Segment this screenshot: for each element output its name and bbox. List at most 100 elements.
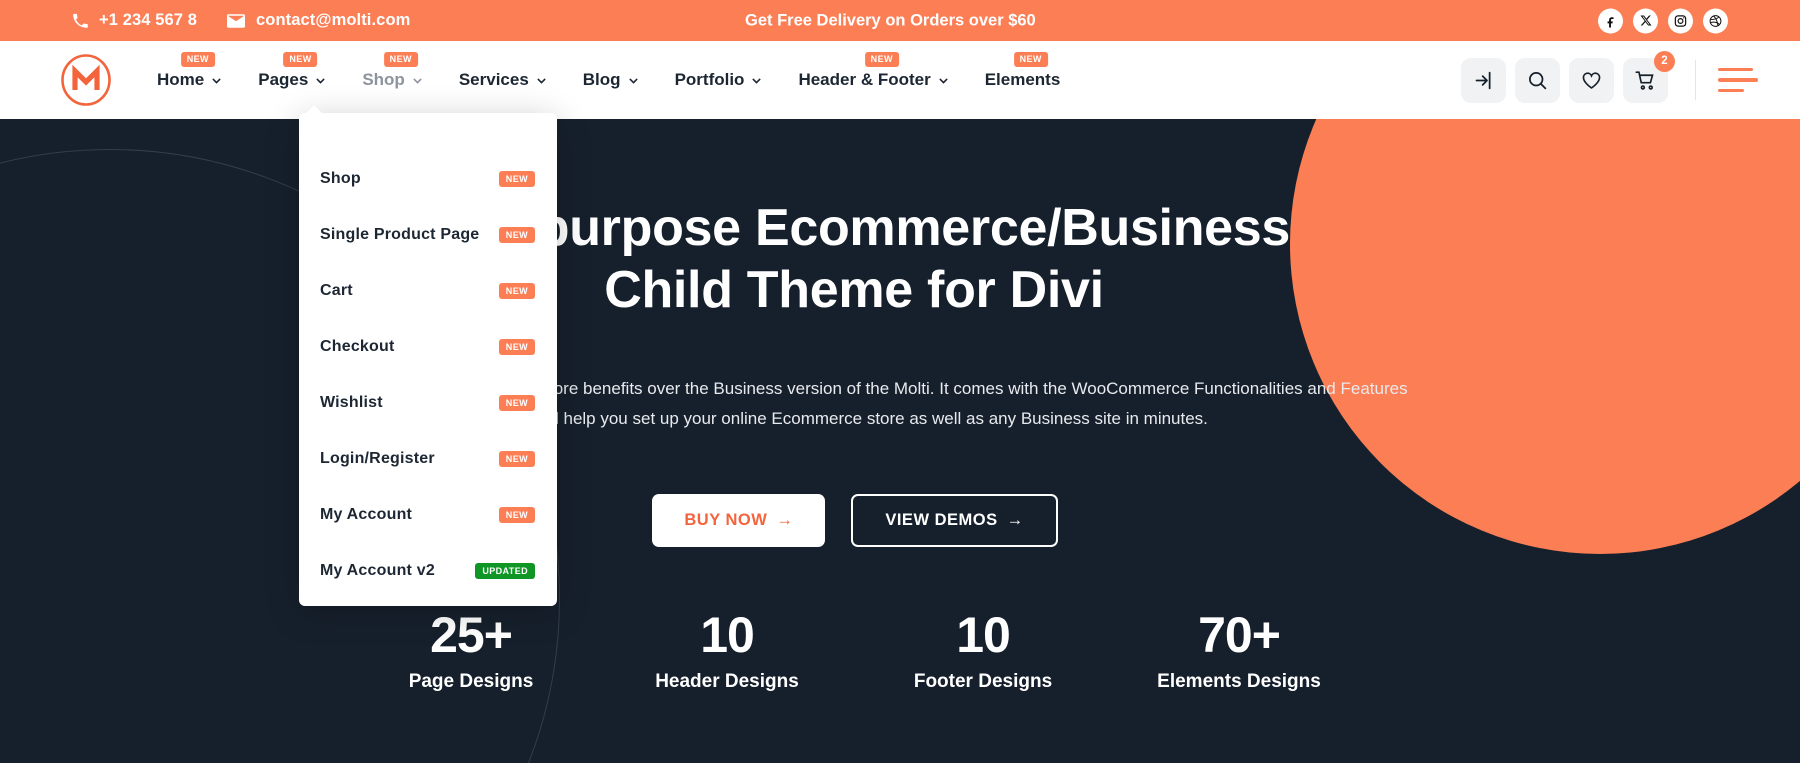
x-twitter-icon[interactable] [1633, 8, 1658, 33]
email-link[interactable]: contact@molti.com [227, 11, 410, 30]
dropdown-badge-new: NEW [498, 450, 535, 468]
stat-label: Footer Designs [913, 670, 1053, 692]
dropdown-item-my-account-v2[interactable]: My Account v2 UPDATED [299, 543, 557, 599]
email-address: contact@molti.com [256, 11, 411, 29]
stat-number: 25+ [430, 607, 513, 663]
facebook-icon[interactable] [1598, 8, 1623, 33]
nav-label: Home [157, 70, 205, 89]
dropdown-badge-new: NEW [498, 170, 535, 188]
hamburger-menu-icon[interactable] [1718, 67, 1758, 93]
dropdown-item-label: Checkout [320, 338, 395, 355]
nav-badge-new: NEW [180, 52, 215, 67]
stat-item: 10 Footer Designs [868, 609, 1098, 693]
site-logo[interactable] [60, 54, 112, 106]
dropdown-item-label: Cart [320, 282, 353, 299]
dropdown-item-label: Wishlist [320, 394, 383, 411]
dropdown-item-checkout[interactable]: Checkout NEW [299, 319, 557, 375]
nav-action-group: 2 [1452, 50, 1758, 103]
stat-item: 10 Header Designs [612, 609, 842, 693]
phone-icon [72, 13, 88, 29]
phone-number: +1 234 567 8 [99, 11, 198, 29]
nav-label: Elements [984, 70, 1061, 89]
chevron-down-icon [315, 75, 326, 86]
dribbble-icon[interactable] [1703, 8, 1728, 33]
dropdown-badge-new: NEW [498, 394, 535, 412]
promo-amount: $60 [1008, 11, 1036, 29]
hamburger-line [1718, 78, 1758, 82]
stat-number: 70+ [1198, 607, 1281, 663]
nav-label: Pages [258, 70, 309, 89]
dropdown-badge-new: NEW [498, 282, 535, 300]
chevron-down-icon [211, 75, 222, 86]
shop-dropdown-menu: Shop NEW Single Product Page NEW Cart NE… [299, 105, 557, 606]
hero-content: Multipurpose Ecommerce/Business Child Th… [0, 119, 1800, 763]
stat-item: 70+ Elements Designs [1124, 609, 1354, 693]
nav-item-home[interactable]: NEW Home [139, 41, 240, 119]
chevron-down-icon [536, 75, 547, 86]
phone-link[interactable]: +1 234 567 8 [72, 11, 197, 30]
dropdown-item-cart[interactable]: Cart NEW [299, 263, 557, 319]
cart-count-badge: 2 [1654, 50, 1675, 72]
stats-row: 25+ Page Designs 10 Header Designs 10 Fo… [300, 609, 1410, 693]
top-bar-contact-group: +1 234 567 8 contact@molti.com [72, 11, 410, 30]
stat-number: 10 [956, 607, 1011, 663]
social-links [1598, 8, 1728, 33]
dropdown-item-label: My Account [320, 506, 413, 523]
dropdown-item-single-product-page[interactable]: Single Product Page NEW [299, 207, 557, 263]
nav-badge-new: NEW [383, 52, 418, 67]
envelope-icon [227, 13, 246, 28]
nav-item-header-footer[interactable]: NEW Header & Footer [780, 41, 966, 119]
nav-item-elements[interactable]: NEW Elements [967, 41, 1079, 119]
search-icon[interactable] [1515, 57, 1560, 103]
top-bar: +1 234 567 8 contact@molti.com Get Free … [0, 0, 1800, 41]
dropdown-item-label: Shop [320, 170, 361, 187]
stat-label: Header Designs [655, 670, 799, 692]
nav-item-services[interactable]: Services [441, 41, 565, 119]
nav-label: Shop [362, 70, 405, 89]
nav-item-shop[interactable]: NEW Shop [344, 41, 441, 119]
chevron-down-icon [938, 75, 949, 86]
nav-divider [1695, 60, 1696, 100]
nav-label: Portfolio [674, 70, 745, 89]
nav-item-pages[interactable]: NEW Pages [240, 41, 344, 119]
hero-title-line-2: Child Theme for Divi [604, 261, 1104, 320]
hero-section: Multipurpose Ecommerce/Business Child Th… [0, 119, 1800, 763]
promo-message: Get Free Delivery on Orders over $60 [745, 11, 1036, 30]
dropdown-item-login-register[interactable]: Login/Register NEW [299, 431, 557, 487]
cart-icon[interactable]: 2 [1623, 50, 1675, 103]
dropdown-item-label: Login/Register [320, 450, 435, 467]
stat-item: 25+ Page Designs [356, 609, 586, 693]
dropdown-item-label: Single Product Page [320, 226, 480, 243]
stat-label: Elements Designs [1157, 670, 1321, 692]
view-demos-button[interactable]: VIEW DEMOS → [851, 494, 1058, 547]
chevron-down-icon [628, 75, 639, 86]
dropdown-caret-icon [305, 105, 323, 114]
stat-number: 10 [700, 607, 755, 663]
nav-badge-new: NEW [864, 52, 899, 67]
dropdown-badge-updated: UPDATED [475, 562, 535, 580]
nav-badge-new: NEW [283, 52, 318, 67]
chevron-down-icon [751, 75, 762, 86]
arrow-right-icon: → [776, 511, 794, 529]
nav-label: Header & Footer [798, 70, 931, 89]
login-icon[interactable] [1461, 57, 1506, 103]
nav-item-portfolio[interactable]: Portfolio [657, 41, 781, 119]
nav-label: Blog [582, 70, 621, 89]
main-navbar: NEW Home NEW Pages NEW Shop Services Blo… [0, 41, 1800, 119]
buy-now-button[interactable]: BUY NOW → [652, 494, 826, 547]
dropdown-item-my-account[interactable]: My Account NEW [299, 487, 557, 543]
nav-item-blog[interactable]: Blog [565, 41, 657, 119]
instagram-icon[interactable] [1668, 8, 1693, 33]
promo-text: Get Free Delivery on Orders over [745, 11, 1009, 29]
dropdown-badge-new: NEW [498, 506, 535, 524]
dropdown-item-wishlist[interactable]: Wishlist NEW [299, 375, 557, 431]
nav-label: Services [458, 70, 529, 89]
hamburger-line [1718, 88, 1744, 93]
dropdown-item-shop[interactable]: Shop NEW [299, 151, 557, 207]
dropdown-badge-new: NEW [498, 338, 535, 356]
nav-badge-new: NEW [1013, 52, 1048, 67]
hamburger-line [1718, 67, 1753, 72]
wishlist-heart-icon[interactable] [1569, 57, 1614, 103]
arrow-right-icon: → [1006, 511, 1024, 529]
view-demos-label: VIEW DEMOS [885, 511, 998, 529]
